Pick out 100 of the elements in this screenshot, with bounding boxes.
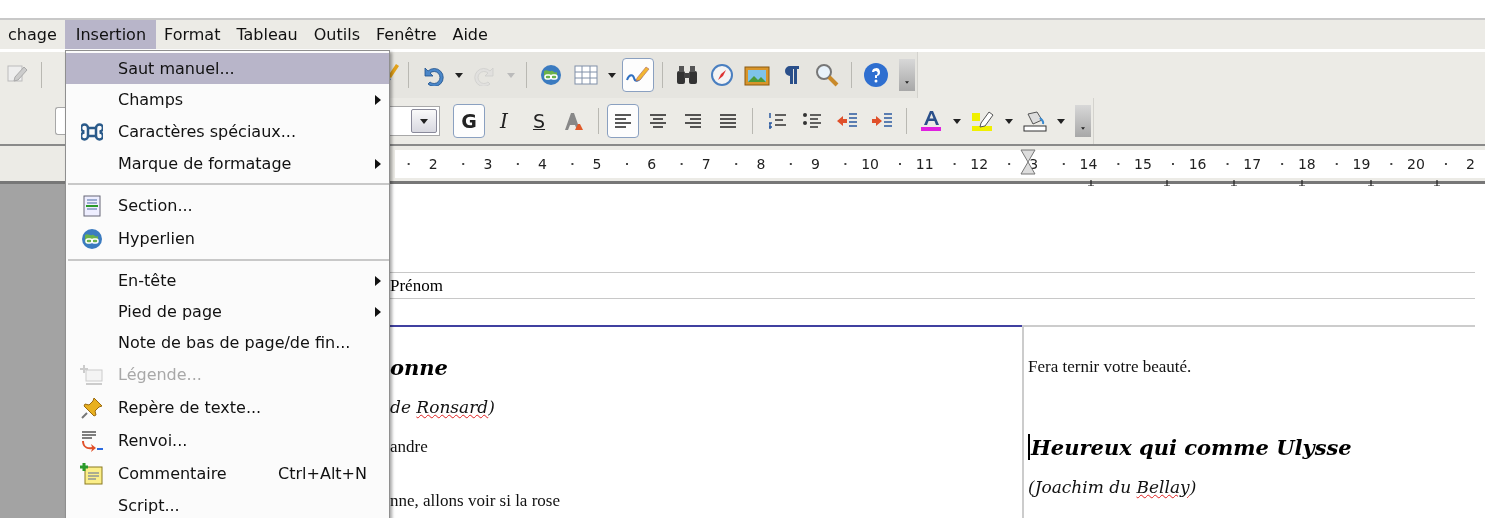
menu-item[interactable]: Aide	[444, 20, 496, 49]
menu-item[interactable]: Repère de texte...	[66, 391, 389, 424]
command-symbol-icon	[81, 120, 103, 143]
menu-item-label: Repère de texte...	[118, 398, 263, 417]
ruler-number: 2	[1464, 156, 1478, 172]
help-icon	[863, 62, 889, 88]
ruler-number: 20	[1405, 156, 1427, 172]
font-size-field[interactable]	[390, 106, 440, 136]
highlighter-icon	[971, 110, 995, 132]
bullet-list-icon	[802, 112, 822, 130]
ruler-number: 8	[754, 156, 768, 172]
align-right-icon	[684, 113, 702, 129]
menu-item-label: Champs	[118, 90, 185, 109]
menu-item[interactable]: Outils	[305, 20, 368, 49]
pilcrow-icon	[783, 64, 801, 86]
note-add-icon	[80, 461, 104, 486]
menu-item[interactable]: Caractères spéciaux...	[66, 115, 389, 148]
tab-stop-icon	[1087, 180, 1095, 186]
menu-item-label: Script...	[118, 496, 181, 515]
dropdown-button[interactable]	[411, 109, 437, 133]
poem-line: Fera ternir votre beauté.	[1028, 357, 1192, 377]
toolbar-button[interactable]: I	[488, 104, 520, 138]
menu-item[interactable]: Hyperlien	[66, 222, 389, 255]
ruler-number: 6	[645, 156, 659, 172]
menu-item-label: Hyperlien	[118, 229, 196, 248]
poem-title: Heureux qui comme Ulysse	[1031, 434, 1352, 460]
caption-frame-icon	[80, 363, 104, 386]
menu-item[interactable]: En-tête	[66, 265, 389, 296]
font-color-icon	[920, 110, 942, 132]
document-section-icon	[83, 194, 101, 217]
toolbar-button[interactable]: G	[453, 104, 485, 138]
caret-icon	[420, 118, 428, 124]
poem-line: nne, allons voir si la rose	[390, 491, 560, 511]
caret-icon	[1081, 126, 1085, 131]
menu-item[interactable]: Script...	[66, 490, 389, 518]
menu-item[interactable]: Format	[156, 20, 229, 49]
menu-item[interactable]: Fenêtre	[367, 20, 445, 49]
zoom-icon	[815, 63, 839, 87]
align-left-icon	[614, 113, 632, 129]
compass-icon	[710, 63, 734, 87]
caret-icon	[608, 72, 616, 78]
menu-item-label: Saut manuel...	[118, 59, 236, 78]
menu-item[interactable]: Insertion	[64, 20, 156, 49]
menu-item-label: En-tête	[118, 271, 178, 290]
decrease-indent-icon	[836, 112, 858, 130]
hyperlink-icon	[80, 226, 104, 251]
ruler-number: 4	[536, 156, 549, 172]
menu-item[interactable]: Saut manuel...	[66, 53, 389, 84]
menu-item[interactable]: Commentaire Ctrl+Alt+N	[66, 457, 389, 490]
menu-item[interactable]: Renvoi...	[66, 424, 389, 457]
submenu-arrow-icon	[375, 275, 381, 286]
tab-stop-icon	[1433, 180, 1441, 186]
shortcut-text: Ctrl+Alt+N	[278, 464, 367, 483]
caret-icon	[953, 118, 961, 124]
submenu-arrow-icon	[375, 158, 381, 169]
tab-stop-icon	[1298, 180, 1306, 186]
menu-item[interactable]: Note de bas de page/de fin...	[66, 327, 389, 358]
toolbar-button[interactable]: S	[523, 104, 555, 138]
framed-picture-icon	[744, 64, 770, 86]
tab-stop-icon	[1230, 180, 1238, 186]
caret-icon	[1057, 118, 1065, 124]
ruler-number: 5	[590, 156, 604, 172]
submenu-arrow-icon	[375, 94, 381, 105]
submenu-arrow-icon	[375, 306, 381, 317]
ruler-number: 10	[859, 156, 881, 172]
menu-item[interactable]: Section...	[66, 189, 389, 222]
caret-icon	[905, 80, 909, 85]
justify-icon	[719, 113, 737, 129]
pushpin-icon	[80, 395, 104, 420]
poem-author: de Ronsard)	[390, 397, 495, 417]
ruler-number: 2	[426, 156, 440, 172]
header-text: Prénom	[390, 276, 443, 295]
menu-item-label: Caractères spéciaux...	[118, 122, 297, 141]
menu-item-label: Marque de formatage	[118, 154, 293, 173]
caret-icon	[1005, 118, 1013, 124]
menu-item-label: Pied de page	[118, 302, 223, 321]
ruler-number: 9	[809, 156, 822, 172]
poem-line: andre	[390, 437, 428, 457]
menu-item[interactable]: chage	[0, 20, 65, 49]
ruler-number: 7	[699, 156, 713, 172]
paint-bucket-icon	[1023, 110, 1047, 132]
toolbar-button[interactable]	[607, 104, 639, 138]
numbered-list-icon	[767, 112, 787, 130]
ruler-number: 15	[1132, 156, 1154, 172]
font-name-field[interactable]	[55, 107, 65, 135]
menu-item[interactable]: Champs	[66, 84, 389, 115]
cross-reference-icon	[80, 429, 104, 452]
menu-item[interactable]: Tableau	[228, 20, 306, 49]
menu-item[interactable]: Marque de formatage	[66, 148, 389, 179]
caret-icon	[455, 72, 463, 78]
poem-title: onne	[390, 354, 448, 380]
hyperlink-icon	[539, 63, 563, 87]
caret-icon	[507, 72, 515, 78]
align-center-icon	[649, 113, 667, 129]
menu-item-label: Section...	[118, 196, 194, 215]
menu-item[interactable]: Pied de page	[66, 296, 389, 327]
menu-item-label: Note de bas de page/de fin...	[118, 333, 352, 352]
shadowed-letter-icon	[562, 110, 586, 132]
edit-icon	[6, 62, 28, 84]
table-icon	[574, 65, 598, 85]
